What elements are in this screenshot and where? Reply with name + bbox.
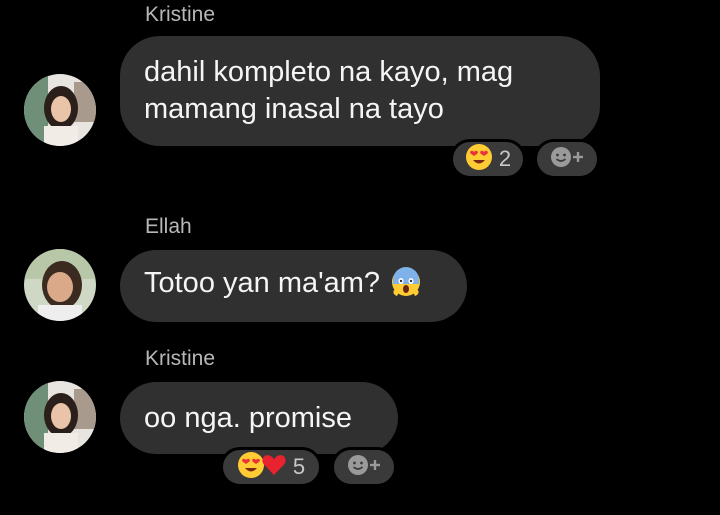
message-text: oo nga. promise — [144, 401, 352, 434]
message-text: dahil kompleto na kayo, mag — [144, 56, 514, 88]
avatar-ellah[interactable] — [24, 249, 96, 321]
reaction-count: 2 — [498, 146, 512, 171]
screaming-face-emoji — [390, 266, 422, 308]
reaction-pill[interactable]: 5 — [220, 447, 322, 487]
add-reaction-button[interactable] — [331, 447, 397, 487]
message-text: mamang inasal na tayo — [144, 93, 444, 125]
avatar-kristine[interactable] — [24, 74, 96, 146]
sender-name: Kristine — [145, 347, 216, 370]
reaction-count: 5 — [292, 454, 306, 479]
heart-eyes-emoji — [465, 143, 493, 176]
red-heart-emoji — [261, 452, 287, 483]
add-reaction-icon — [347, 454, 381, 481]
add-reaction-button[interactable] — [534, 139, 600, 179]
message-text: Totoo yan ma'am? — [144, 266, 381, 299]
add-reaction-icon — [550, 146, 584, 173]
message-bubble[interactable]: oo nga. promise — [120, 382, 398, 454]
sender-name: Ellah — [145, 215, 192, 238]
message-bubble[interactable]: dahil kompleto na kayo, mag mamang inasa… — [120, 36, 600, 146]
sender-name: Kristine — [145, 3, 216, 26]
message-bubble[interactable]: Totoo yan ma'am? — [120, 250, 467, 322]
reaction-pill[interactable]: 2 — [450, 139, 526, 179]
avatar-kristine[interactable] — [24, 381, 96, 453]
